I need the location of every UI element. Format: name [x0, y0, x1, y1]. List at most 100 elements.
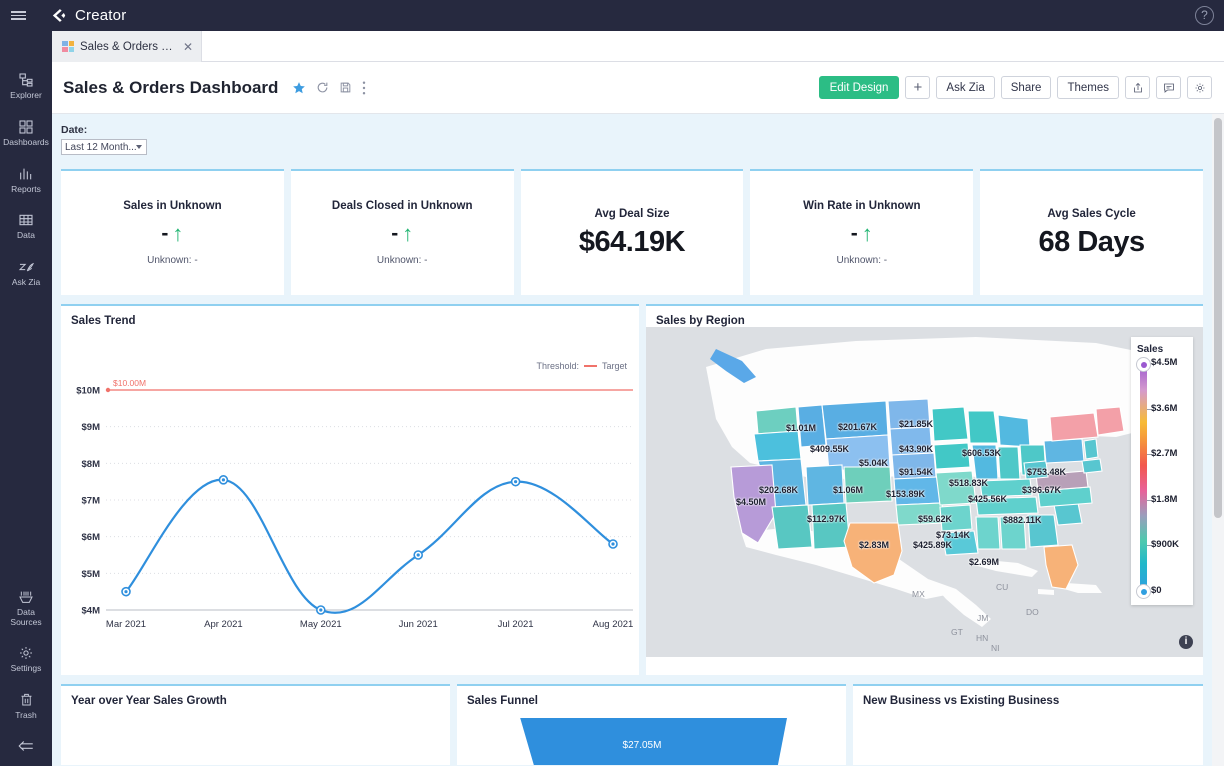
kpi-card-avg-deal-size[interactable]: Avg Deal Size $64.19K: [521, 169, 744, 295]
map-region-oregon[interactable]: [754, 431, 801, 461]
help-icon[interactable]: ?: [1195, 6, 1214, 25]
sidebar-item-data-sources[interactable]: Data Sources: [0, 580, 52, 637]
widget-sales-funnel[interactable]: Sales Funnel $27.05M: [457, 684, 846, 765]
collapse-icon[interactable]: [0, 730, 52, 760]
map-region-montana[interactable]: [822, 401, 888, 439]
map-region-new-york[interactable]: [1050, 413, 1098, 441]
comment-button[interactable]: [1156, 76, 1181, 99]
map-country-code-label: MX: [912, 589, 925, 599]
page-header: Sales & Orders Dashboard Edit Design + A…: [52, 62, 1224, 114]
widget-sales-by-region[interactable]: Sales by Region Sales $4.5M$3.6M$2.7M$1.…: [646, 304, 1203, 675]
map-legend-gradient: [1140, 363, 1147, 591]
map-region-minnesota[interactable]: [932, 407, 968, 441]
map-region-value-label: $606.53K: [962, 448, 1001, 458]
map-region-michigan[interactable]: [998, 415, 1030, 447]
sidebar-item-label: Reports: [11, 185, 41, 195]
legend-min-handle[interactable]: [1137, 585, 1150, 598]
sidebar-item-label: Explorer: [10, 91, 42, 101]
vertical-scrollbar-track[interactable]: [1212, 114, 1224, 766]
date-filter-label: Date:: [61, 124, 1212, 136]
date-filter-select[interactable]: Last 12 Month...: [61, 139, 147, 155]
sidebar-item-label: Data: [17, 231, 35, 241]
kpi-main: - ↑: [851, 222, 873, 246]
kpi-value: -: [851, 222, 858, 246]
widget-yoy-sales-growth[interactable]: Year over Year Sales Growth: [61, 684, 450, 765]
map-region-arizona[interactable]: [772, 505, 812, 549]
sidebar-item-reports[interactable]: Reports: [0, 157, 52, 204]
map-legend-tick-label: $2.7M: [1151, 448, 1177, 459]
map-region-indiana[interactable]: [998, 447, 1020, 479]
kpi-card-sales[interactable]: Sales in Unknown - ↑ Unknown: -: [61, 169, 284, 295]
data-point-center: [417, 553, 420, 556]
dashboard-settings-button[interactable]: [1187, 76, 1212, 99]
map-region-maryland[interactable]: [1082, 459, 1102, 473]
sidebar-item-ask-zia[interactable]: Ask Zia: [0, 250, 52, 297]
sidebar-item-label: Trash: [15, 711, 36, 721]
funnel-segment-value: $27.05M: [623, 740, 662, 751]
widget-sales-trend[interactable]: Sales Trend Threshold: Target $10M$9M$8M…: [61, 304, 639, 675]
data-icon: [18, 212, 34, 228]
data-point-center: [514, 480, 517, 483]
hamburger-icon[interactable]: [0, 0, 36, 31]
sidebar-item-explorer[interactable]: Explorer: [0, 63, 52, 110]
x-axis-tick-label: Jun 2021: [399, 619, 438, 630]
map-region-new-england[interactable]: [1096, 407, 1124, 435]
sidebar-item-label: Dashboards: [3, 138, 49, 148]
ask-zia-button[interactable]: Ask Zia: [936, 76, 994, 99]
kpi-title: Deals Closed in Unknown: [332, 200, 473, 212]
map-region-value-label: $73.14K: [936, 530, 970, 540]
map-region-value-label: $2.69M: [969, 557, 999, 567]
map-country-code-label: GT: [951, 627, 963, 637]
map-region-value-label: $518.83K: [949, 478, 988, 488]
brand: Creator: [50, 7, 126, 24]
sidebar-item-data[interactable]: Data: [0, 203, 52, 250]
edit-design-button[interactable]: Edit Design: [819, 76, 900, 99]
themes-button[interactable]: Themes: [1057, 76, 1119, 99]
creator-logo-icon: [50, 7, 67, 24]
x-axis-tick-label: Jul 2021: [498, 619, 534, 630]
vertical-scrollbar-thumb[interactable]: [1214, 118, 1222, 518]
close-icon[interactable]: ✕: [183, 40, 193, 54]
map-country-code-label: NI: [991, 643, 1000, 653]
kpi-main: - ↑: [161, 222, 183, 246]
refresh-icon[interactable]: [316, 81, 329, 94]
widget-title: Sales Trend: [61, 306, 639, 327]
kpi-card-win-rate[interactable]: Win Rate in Unknown - ↑ Unknown: -: [750, 169, 973, 295]
star-icon[interactable]: [292, 81, 306, 95]
sidebar-item-settings[interactable]: Settings: [0, 636, 52, 683]
widget-new-vs-existing-business[interactable]: New Business vs Existing Business: [853, 684, 1203, 765]
save-icon[interactable]: [339, 81, 352, 94]
funnel-segment[interactable]: $27.05M: [497, 718, 787, 765]
document-tab[interactable]: Sales & Orders Dashb... ✕: [52, 31, 202, 62]
export-button[interactable]: [1125, 76, 1150, 99]
map-region-florida[interactable]: [1044, 545, 1078, 589]
add-widget-button[interactable]: +: [905, 76, 930, 99]
map-region-wisconsin[interactable]: [968, 411, 998, 443]
share-button[interactable]: Share: [1001, 76, 1052, 99]
sidebar-item-dashboards[interactable]: Dashboards: [0, 110, 52, 157]
info-icon[interactable]: i: [1179, 635, 1193, 649]
map-legend: Sales $4.5M$3.6M$2.7M$1.8M$900K$0: [1131, 337, 1193, 605]
kpi-card-deals-closed[interactable]: Deals Closed in Unknown - ↑ Unknown: -: [291, 169, 514, 295]
sidebar-item-trash[interactable]: Trash: [0, 683, 52, 730]
threshold-swatch: [584, 365, 597, 367]
y-axis-tick-label: $9M: [82, 422, 101, 433]
x-axis-tick-label: Aug 2021: [593, 619, 634, 630]
sidebar-item-label: Settings: [11, 664, 42, 674]
page-title: Sales & Orders Dashboard: [63, 78, 278, 98]
sales-trend-chart[interactable]: Threshold: Target $10M$9M$8M$7M$6M$5M$4M…: [61, 327, 639, 657]
map-region-new-jersey[interactable]: [1084, 439, 1098, 459]
map-region-mississippi[interactable]: [976, 517, 1000, 549]
title-icon-group: [292, 81, 366, 95]
map-region-south-carolina[interactable]: [1054, 503, 1082, 525]
trend-up-icon: ↑: [172, 223, 183, 245]
map-region-pennsylvania[interactable]: [1044, 439, 1084, 463]
data-point-center: [222, 478, 225, 481]
kpi-card-avg-sales-cycle[interactable]: Avg Sales Cycle 68 Days: [980, 169, 1203, 295]
dashboard-canvas: Date: Last 12 Month... Sales in Unknown …: [52, 114, 1212, 766]
data-point-center: [319, 608, 322, 611]
header-actions: Edit Design + Ask Zia Share Themes: [819, 76, 1212, 99]
legend-max-handle[interactable]: [1137, 358, 1150, 371]
sales-by-region-map[interactable]: Sales $4.5M$3.6M$2.7M$1.8M$900K$0 i $1.0…: [646, 327, 1203, 657]
more-options-icon[interactable]: [362, 81, 366, 95]
